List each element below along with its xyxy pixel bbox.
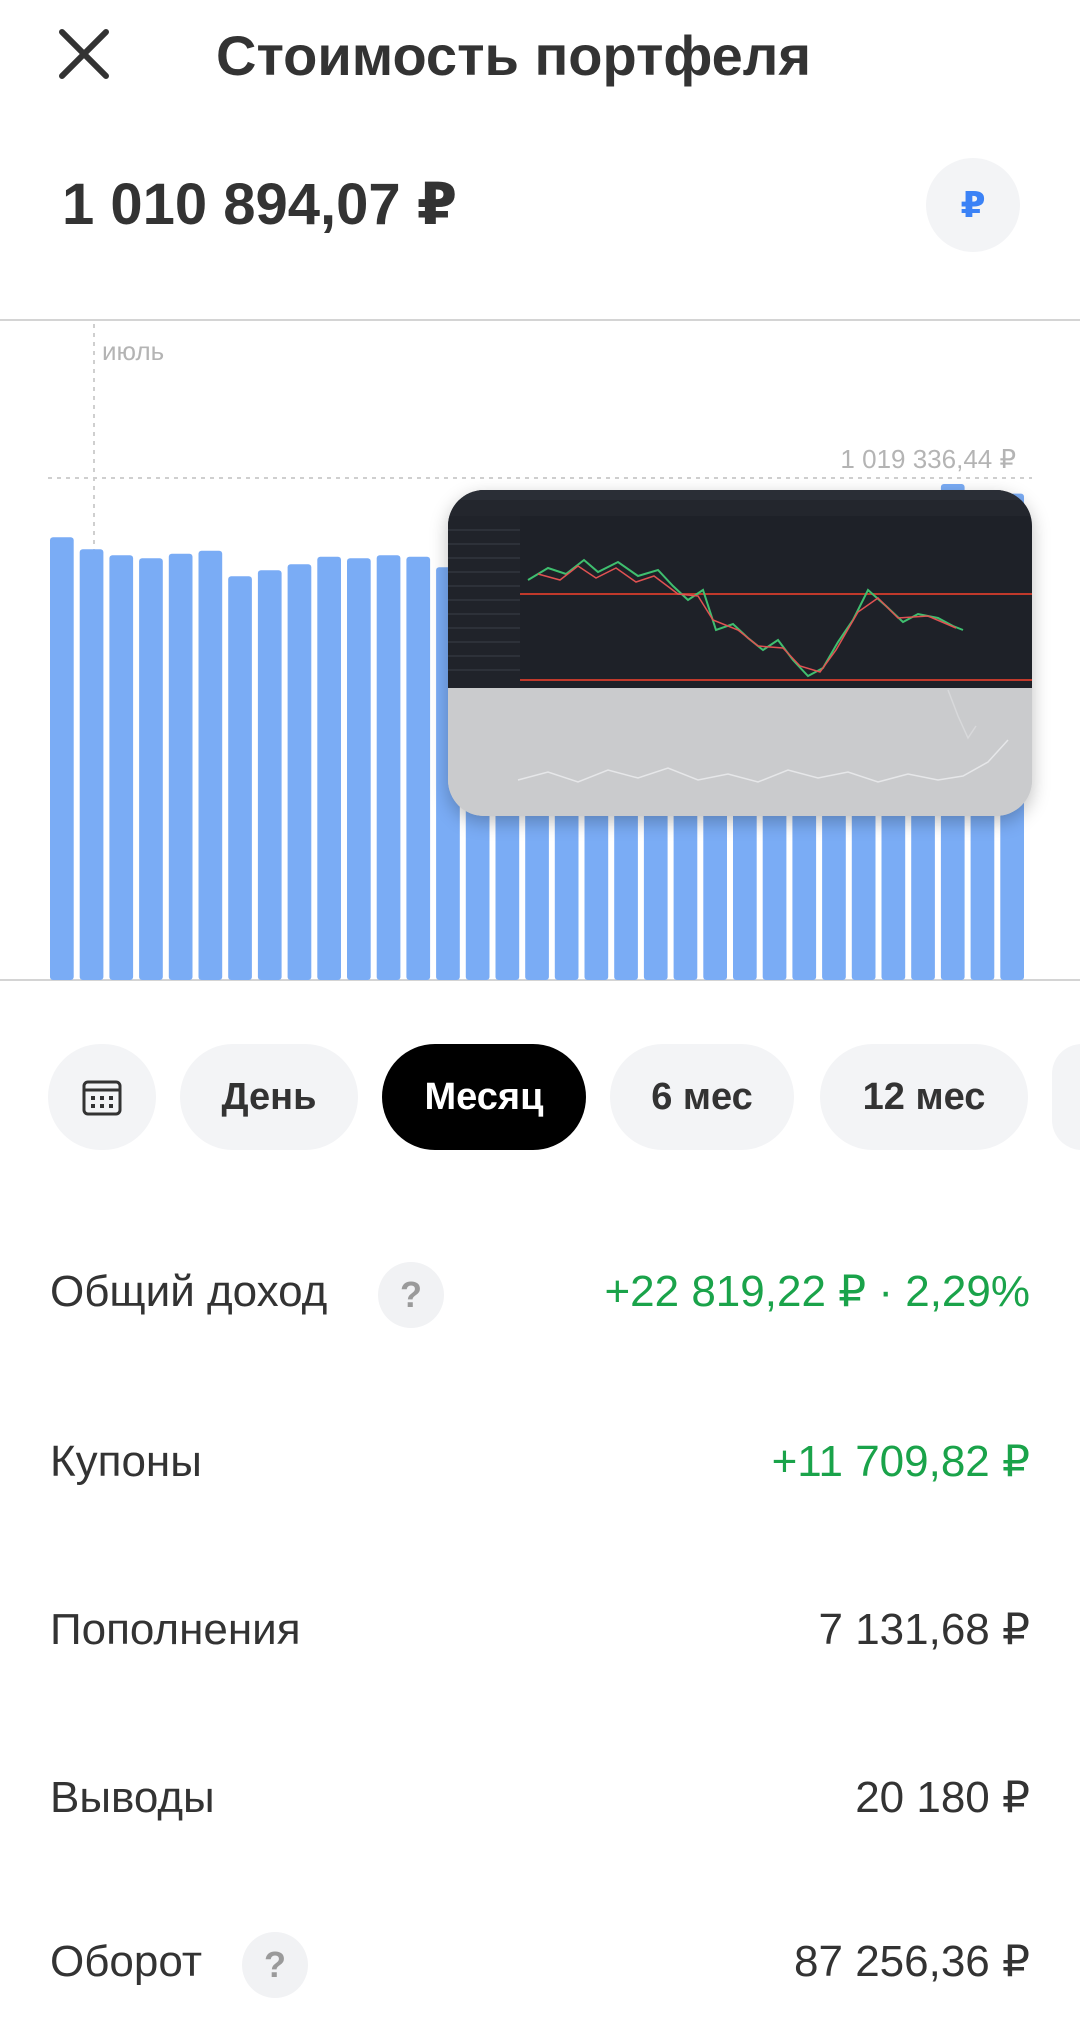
chart-bar[interactable] bbox=[376, 555, 401, 980]
close-button[interactable] bbox=[52, 22, 116, 86]
total-income-help-button[interactable]: ? bbox=[378, 1262, 444, 1328]
help-icon: ? bbox=[400, 1274, 422, 1315]
chart-bar[interactable] bbox=[198, 550, 223, 980]
coupons-label: Купоны bbox=[50, 1437, 202, 1486]
max-value-label: 1 019 336,44 ₽ bbox=[840, 444, 1016, 474]
deposits-label: Пополнения bbox=[50, 1605, 301, 1654]
period-12-months-button[interactable]: 12 мес bbox=[820, 1044, 1028, 1150]
chart-bar[interactable] bbox=[50, 537, 74, 980]
embedded-trading-screenshot bbox=[448, 490, 1032, 816]
trading-chart-image bbox=[448, 490, 1032, 816]
withdrawals-value: 20 180 ₽ bbox=[855, 1773, 1030, 1822]
portfolio-total-value: 1 010 894,07 ₽ bbox=[62, 172, 458, 237]
chart-bar[interactable] bbox=[79, 549, 104, 980]
chart-bar[interactable] bbox=[406, 556, 431, 980]
chart-bar[interactable] bbox=[109, 555, 134, 980]
period-day-button[interactable]: День bbox=[180, 1044, 358, 1150]
total-income-value: +22 819,22 ₽ · 2,29% bbox=[604, 1267, 1030, 1316]
chart-bar[interactable] bbox=[287, 564, 312, 980]
period-more-button[interactable] bbox=[1052, 1044, 1080, 1150]
ruble-icon: ₽ bbox=[960, 184, 986, 225]
close-icon bbox=[59, 29, 109, 79]
calendar-button[interactable] bbox=[48, 1044, 156, 1150]
help-icon: ? bbox=[264, 1944, 286, 1985]
month-label: июль bbox=[102, 336, 164, 366]
chart-bar[interactable] bbox=[257, 570, 282, 980]
total-income-label: Общий доход bbox=[50, 1267, 328, 1316]
calendar-icon bbox=[82, 1080, 122, 1116]
chart-bar[interactable] bbox=[317, 556, 341, 980]
turnover-value: 87 256,36 ₽ bbox=[794, 1937, 1030, 1986]
chart-bar[interactable] bbox=[168, 553, 193, 980]
chart-bar[interactable] bbox=[228, 576, 252, 980]
page-title: Стоимость портфеля bbox=[216, 24, 812, 87]
deposits-value: 7 131,68 ₽ bbox=[818, 1605, 1031, 1654]
currency-button[interactable]: ₽ bbox=[926, 158, 1020, 252]
chart-bar[interactable] bbox=[347, 558, 371, 980]
turnover-help-button[interactable]: ? bbox=[242, 1932, 308, 1998]
period-month-button[interactable]: Месяц bbox=[382, 1044, 586, 1150]
turnover-label: Оборот bbox=[50, 1937, 203, 1986]
period-6-months-button[interactable]: 6 мес bbox=[610, 1044, 794, 1150]
coupons-value: +11 709,82 ₽ bbox=[771, 1437, 1030, 1486]
withdrawals-label: Выводы bbox=[50, 1773, 215, 1822]
chart-bar[interactable] bbox=[139, 558, 163, 980]
